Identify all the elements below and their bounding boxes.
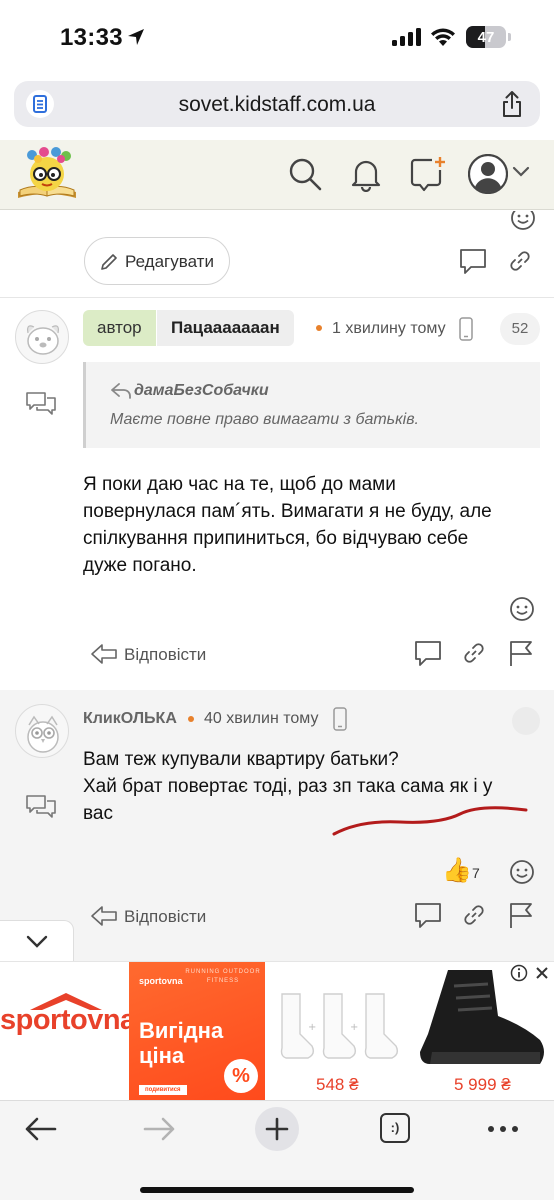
message-icon[interactable] [25,794,57,820]
forward-icon[interactable] [142,1116,176,1142]
online-dot [188,716,194,722]
comment-text-line: повернулася пам´ять. Вимагати я не буду,… [83,501,492,522]
mobile-device-icon [333,707,347,731]
ad-price: 548 ₴ [316,1075,359,1094]
reaction-count: 7 [472,865,480,881]
edit-button-label: Редагувати [125,252,214,271]
user-avatar-icon[interactable] [468,154,508,194]
ad-percent-badge: % [224,1059,258,1093]
comment-number-badge[interactable]: 52 [500,313,540,345]
smile-reaction-icon[interactable] [509,596,535,622]
edit-button[interactable]: Редагувати [84,237,230,285]
chevron-down-icon [26,935,48,948]
comment-time[interactable]: 40 хвилин тому [204,710,318,728]
status-time: 13:33 [60,24,123,51]
ad-cta[interactable]: подивитися [139,1085,187,1095]
url-text[interactable]: sovet.kidstaff.com.ua [14,93,540,117]
more-icon[interactable] [487,1125,519,1133]
logo-icon[interactable] [14,146,80,204]
comment-text-line: спілкування припиниться, бо відчуваю себ… [83,528,469,549]
reply-arrow-icon [91,906,117,926]
site-header [0,140,554,210]
comment-text-line: Я поки даю час на те, щоб до мами [83,474,396,495]
avatar[interactable] [15,310,69,364]
author-badge: автор [83,310,156,346]
ad-brand-logo: sportovna [0,1004,136,1036]
comment-icon[interactable] [458,247,488,275]
reply-button[interactable]: Відповісти [90,901,220,931]
comment-text-line: дуже погано. [83,555,197,576]
comment-text-line: вас [83,803,113,824]
dog-avatar-icon [27,325,59,355]
smile-reaction-icon[interactable] [510,211,536,231]
address-bar[interactable]: sovet.kidstaff.com.ua [14,81,540,127]
home-indicator [140,1187,414,1193]
smile-reaction-icon[interactable] [509,859,535,885]
comment-author[interactable]: Пацааааааан [157,310,294,346]
battery-tip [508,33,511,41]
mobile-device-icon [459,317,473,341]
red-underline-annotation [332,806,528,836]
online-dot [316,325,322,331]
message-icon[interactable] [25,391,57,417]
chevron-down-icon[interactable] [512,166,530,178]
reply-arrow-icon [111,383,131,399]
new-tab-button[interactable] [255,1107,299,1151]
quote-text: Маєте повне право вимагати з батьків. [110,411,419,428]
comment-time[interactable]: 1 хвилину тому [332,320,446,338]
reply-button[interactable]: Відповісти [90,639,220,669]
owl-avatar-icon [27,715,59,753]
avatar[interactable] [15,704,69,758]
comment-number-badge[interactable] [512,707,540,735]
comment: КликОЛЬКА 40 хвилин тому Вам теж купувал… [0,690,554,961]
flag-icon[interactable] [508,639,534,667]
status-bar: 13:33 47 [0,0,554,76]
share-icon[interactable] [500,90,524,118]
bell-icon[interactable] [350,156,382,192]
pencil-icon [101,254,117,270]
link-icon[interactable] [462,641,486,665]
collapse-button[interactable] [0,920,74,961]
link-icon[interactable] [508,249,532,273]
battery-level: 47 [477,29,495,46]
svg-text:+: + [308,1022,316,1033]
comment-author[interactable]: КликОЛЬКА [83,710,177,728]
comment-icon[interactable] [413,901,443,929]
new-message-icon[interactable] [410,156,446,192]
ad-promo-brand: sportovna [139,976,183,986]
signal-icon [392,28,421,46]
reply-arrow-icon [91,644,117,664]
socks-image: + + [280,993,399,1059]
comment-text-line: Вам теж купували квартиру батьки? [83,749,399,770]
reply-label: Відповісти [124,907,207,926]
thread-content: Редагувати автор Пацааааааан 1 хвилину т… [0,211,554,961]
browser-toolbar: :) [0,1100,554,1200]
ad-promo-tag: RUNNING OUTDOOR FITNESS [185,969,261,984]
quote-author[interactable]: дамаБезСобачки [134,382,269,400]
new-tab-icon [265,1117,289,1141]
post-divider [0,297,554,298]
svg-text:+: + [350,1022,358,1033]
ad-info-icon[interactable] [510,964,528,982]
boot-image [420,970,544,1064]
ad-promo-panel[interactable]: sportovna RUNNING OUTDOOR FITNESS Вигідн… [129,962,265,1101]
thumbs-up-icon[interactable]: 👍 [442,857,472,885]
back-icon[interactable] [24,1116,58,1142]
link-icon[interactable] [462,903,486,927]
ad-price: 5 999 ₴ [454,1075,511,1094]
comment-text-line: Хай брат повертає тоді, раз зп така сама… [83,776,493,797]
wifi-icon [431,28,455,46]
comment-icon[interactable] [413,639,443,667]
quote-block: дамаБезСобачки Маєте повне право вимагат… [83,362,540,448]
location-arrow-icon [128,29,144,45]
tabs-icon: :) [390,1120,400,1135]
search-icon[interactable] [287,156,323,192]
tabs-button[interactable]: :) [380,1113,410,1143]
battery-indicator: 47 [466,26,506,48]
ad-banner[interactable]: sportovna sportovna RUNNING OUTDOOR FITN… [0,961,554,1101]
reply-label: Відповісти [124,645,207,664]
ad-close-icon[interactable] [534,965,550,981]
flag-icon[interactable] [508,901,534,929]
